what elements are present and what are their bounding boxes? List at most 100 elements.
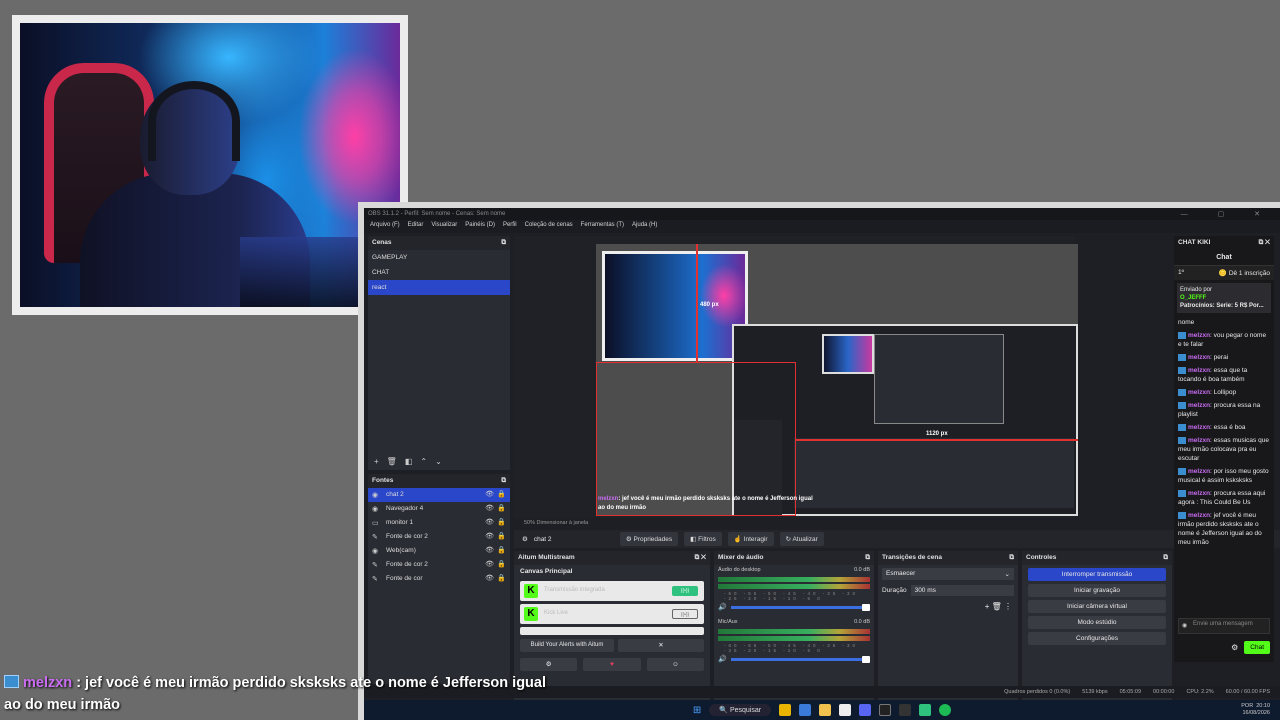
source-item[interactable]: ✎ Fonte de cor 👁 🔒 xyxy=(368,572,510,586)
discord-icon[interactable]: ☺ xyxy=(646,658,704,671)
filter-icon[interactable]: ◧ xyxy=(405,457,413,466)
height-label: 480 px xyxy=(700,302,719,308)
source-item[interactable]: ◉ Web(cam) 👁 🔒 xyxy=(368,544,510,558)
source-item[interactable]: ▭ monitor 1 👁 🔒 xyxy=(368,516,510,530)
lock-icon[interactable]: 🔒 xyxy=(497,574,506,582)
webcam-overlay xyxy=(12,15,408,315)
more-icon[interactable]: ⋮ xyxy=(1004,602,1012,611)
menu-colecao[interactable]: Coleção de cenas xyxy=(525,222,573,231)
stream-toggle[interactable]: ((•)) xyxy=(672,586,698,596)
source-item[interactable]: ◉ chat 2 👁 🔒 xyxy=(368,488,510,502)
lock-icon[interactable]: 🔒 xyxy=(497,546,506,554)
chrome-icon[interactable] xyxy=(779,704,792,716)
level-meter xyxy=(718,584,870,589)
eye-icon[interactable]: 👁 xyxy=(485,504,494,512)
menu-ferramentas[interactable]: Ferramentas (T) xyxy=(581,222,624,231)
stream-toggle[interactable]: ((•)) xyxy=(672,609,698,619)
studio-mode-button[interactable]: Modo estúdio xyxy=(1028,616,1166,629)
gift-sub-button[interactable]: 🪙 Dê 1 inscrição xyxy=(1219,269,1270,277)
lock-icon[interactable]: 🔒 xyxy=(497,532,506,540)
audio-app-icon[interactable] xyxy=(899,704,912,716)
add-icon[interactable]: + xyxy=(374,457,379,466)
lock-icon[interactable]: 🔒 xyxy=(497,490,506,498)
trash-icon[interactable]: 🗑 xyxy=(387,457,397,466)
lock-icon[interactable]: 🔒 xyxy=(497,518,506,526)
down-icon[interactable]: ⌄ xyxy=(435,457,442,466)
transition-select[interactable]: Esmaecer ⌄ xyxy=(882,568,1014,580)
kick-logo-icon: K xyxy=(524,607,538,621)
virtual-camera-button[interactable]: Iniciar câmera virtual xyxy=(1028,600,1166,613)
properties-button[interactable]: ⚙ Propriedades xyxy=(619,532,679,546)
canvas-principal-label: Canvas Principal xyxy=(520,568,573,575)
settings-icon[interactable]: ⚙ xyxy=(520,658,578,671)
chat-send-button[interactable]: Chat xyxy=(1244,641,1270,654)
gear-icon[interactable]: ⚙ xyxy=(1231,643,1238,652)
interact-button[interactable]: ☝ Interagir xyxy=(727,532,774,546)
preview-webcam xyxy=(602,251,748,361)
store-icon[interactable] xyxy=(839,704,852,716)
close-icon[interactable]: ✕ xyxy=(618,639,704,652)
menu-paineis[interactable]: Painéis (D) xyxy=(465,222,495,231)
scene-chat[interactable]: CHAT xyxy=(368,265,510,280)
selection-box[interactable] xyxy=(596,362,796,516)
build-alerts-button[interactable]: Build Your Alerts with Aitum xyxy=(520,639,614,652)
source-item[interactable]: ◉ Navegador 4 👁 🔒 xyxy=(368,502,510,516)
chat-message: melzxn: Lollipop xyxy=(1174,386,1274,399)
refresh-button[interactable]: ↻ Atualizar xyxy=(779,532,824,546)
eye-icon[interactable]: 👁 xyxy=(485,560,494,568)
duration-row: Duração 300 ms xyxy=(878,583,1018,598)
menu-perfil[interactable]: Perfil xyxy=(503,222,517,231)
scene-gameplay[interactable]: GAMEPLAY xyxy=(368,250,510,265)
start-recording-button[interactable]: Iniciar gravação xyxy=(1028,584,1166,597)
heart-icon[interactable]: ♥ xyxy=(583,658,641,671)
discord-icon[interactable] xyxy=(859,704,872,716)
scene-react[interactable]: react xyxy=(368,280,510,295)
volume-slider[interactable] xyxy=(730,655,870,663)
preview-canvas[interactable]: 480 px 1120 px melzxn: jef você é meu ir… xyxy=(596,244,1078,516)
up-icon[interactable]: ⌃ xyxy=(420,457,427,466)
menu-visualizar[interactable]: Visualizar xyxy=(431,222,457,231)
window-controls[interactable]: — ▢ ✕ xyxy=(1181,210,1274,218)
menu-ajuda[interactable]: Ajuda (H) xyxy=(632,222,657,231)
trash-icon[interactable]: 🗑 xyxy=(992,602,1002,611)
volume-slider[interactable] xyxy=(730,603,870,611)
stop-stream-button[interactable]: Interromper transmissão xyxy=(1028,568,1166,581)
lock-icon[interactable]: 🔒 xyxy=(497,560,506,568)
chat-tab[interactable]: Chat xyxy=(1174,250,1274,266)
taskbar-search[interactable]: 🔍 Pesquisar xyxy=(709,704,772,716)
obs-icon[interactable] xyxy=(879,704,892,716)
system-tray[interactable]: POR 20:10 16/08/2026 xyxy=(1241,703,1270,717)
eye-icon[interactable]: 👁 xyxy=(485,490,494,498)
chat-message: melzxn: essas musicas que meu irmão colo… xyxy=(1178,436,1269,462)
preview-area[interactable]: 480 px 1120 px melzxn: jef você é meu ir… xyxy=(514,236,1078,518)
chat-input[interactable]: ◉ Envie uma mensagem xyxy=(1178,618,1270,634)
spotify-icon[interactable] xyxy=(939,704,952,716)
gear-icon[interactable]: ⚙ xyxy=(522,535,528,543)
lock-icon[interactable]: 🔒 xyxy=(497,504,506,512)
add-icon[interactable]: + xyxy=(985,602,990,611)
preview-chat-line-2: ao do meu irmão xyxy=(598,505,647,511)
eye-icon[interactable]: 👁 xyxy=(485,574,494,582)
filters-button[interactable]: ◧ Filtros xyxy=(684,532,722,546)
mixer-track: Áudio do desktop 0.0 dB xyxy=(718,567,870,573)
settings-button[interactable]: Configurações xyxy=(1028,632,1166,645)
speaker-icon[interactable]: 🔊 xyxy=(718,603,727,611)
edge-icon[interactable] xyxy=(799,704,812,716)
eye-icon[interactable]: 👁 xyxy=(485,546,494,554)
folder-icon[interactable] xyxy=(819,704,832,716)
play-icon[interactable] xyxy=(919,704,932,716)
mixer-track: Mic/Aux 0.0 dB xyxy=(718,619,870,625)
eye-icon[interactable]: 👁 xyxy=(485,518,494,526)
duration-input[interactable]: 300 ms xyxy=(910,585,1014,596)
speaker-icon[interactable]: 🔊 xyxy=(718,655,727,663)
caption-line-2: ao do meu irmão xyxy=(4,697,121,713)
pinned-message[interactable]: Enviado por O_JEFFF Patrocínios: Serie: … xyxy=(1177,283,1271,313)
eye-icon[interactable]: 👁 xyxy=(485,532,494,540)
windows-start-icon[interactable]: ⊞ xyxy=(693,705,701,716)
source-item[interactable]: ✎ Fonte de cor 2 👁 🔒 xyxy=(368,530,510,544)
preview-footer[interactable]: 50% Dimensionar à janela xyxy=(514,518,1074,530)
menu-editar[interactable]: Editar xyxy=(408,222,424,231)
chat-message: melzxn: jef você é meu irmão perdido sks… xyxy=(1178,511,1262,546)
menu-arquivo[interactable]: Arquivo (F) xyxy=(370,222,400,231)
source-item[interactable]: ✎ Fonte de cor 2 👁 🔒 xyxy=(368,558,510,572)
